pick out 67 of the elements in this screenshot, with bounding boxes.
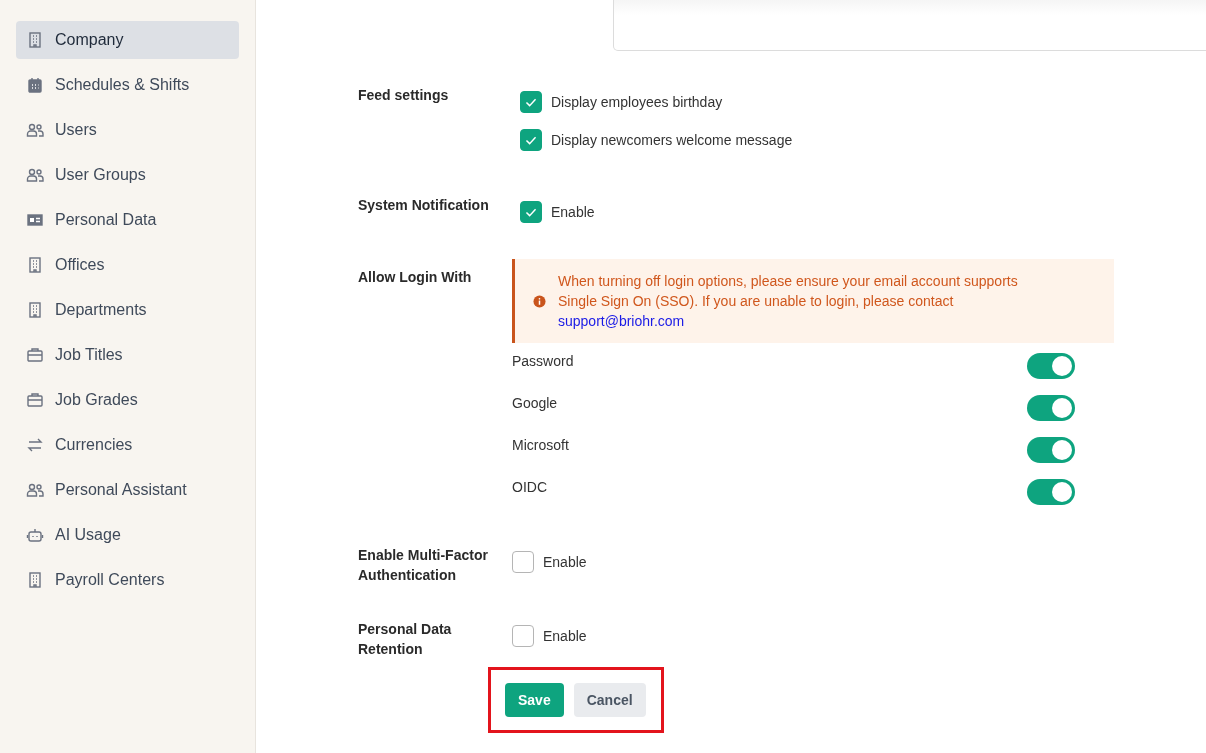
building-icon [26,256,44,274]
sidebar-item[interactable]: Job Grades [16,381,239,419]
robot-icon [26,526,44,544]
sidebar-item-label: Payroll Centers [55,571,165,589]
sidebar-item[interactable]: Users [16,111,239,149]
login-option-label: Password [512,352,574,369]
sidebar-item[interactable]: Personal Data [16,201,239,239]
sidebar-item-label: Departments [55,301,147,319]
login-option-label: Google [512,394,558,411]
toggle-switch[interactable] [1027,395,1075,421]
checkbox-label: Enable [543,554,587,570]
setting-label: System Notification [358,196,490,215]
sidebar-item-label: Personal Assistant [55,481,187,499]
login-option-label: OIDC [512,478,547,495]
checkbox-label: Display employees birthday [551,94,723,110]
checkbox[interactable] [520,91,542,113]
warning-message: When turning off login options, please ensure your email account supports Single Sign On (SSO). If you are unable to login, please contact support@briohr.com [558,272,1019,331]
sidebar-item[interactable]: Company [16,21,239,59]
building-icon [26,571,44,589]
sidebar-item[interactable]: Payroll Centers [16,561,239,599]
users-icon [26,121,44,139]
checkbox[interactable] [512,551,534,573]
users-icon [26,481,44,499]
sidebar-item-label: User Groups [55,166,146,184]
calendar-icon [26,76,44,94]
sidebar-item-label: AI Usage [55,526,121,544]
building-icon [26,301,44,319]
setting-label: Enable Multi-Factor Authentication [358,546,489,585]
setting-label: Personal Data Retention [358,620,453,659]
sidebar-item-label: Job Titles [55,346,123,364]
sidebar-item[interactable]: Personal Assistant [16,471,239,509]
sidebar-item-label: Company [55,31,124,49]
sidebar-item[interactable]: Currencies [16,426,239,464]
sidebar-item-label: Users [55,121,97,139]
login-option-label: Microsoft [512,436,569,453]
briefcase-icon [26,391,44,409]
info-icon [533,294,546,308]
setting-label: Allow Login With [358,268,473,287]
toggle-switch[interactable] [1027,353,1075,379]
support-email-link[interactable]: support@briohr.com [558,313,685,329]
sidebar-item-label: Offices [55,256,105,274]
toggle-switch[interactable] [1027,479,1075,505]
building-icon [26,31,44,49]
checkbox-label: Enable [551,204,595,220]
arrows-icon [26,436,44,454]
sidebar-item-label: Currencies [55,436,133,454]
sidebar-item-label: Schedules & Shifts [55,76,190,94]
checkbox[interactable] [520,201,542,223]
checkbox[interactable] [520,129,542,151]
sidebar-item[interactable]: User Groups [16,156,239,194]
users-icon [26,166,44,184]
checkbox-label: Display newcomers welcome message [551,132,793,148]
sidebar-item-label: Job Grades [55,391,138,409]
toggle-switch[interactable] [1027,437,1075,463]
textarea-field[interactable] [613,0,1206,51]
checkbox[interactable] [512,625,534,647]
sidebar-item[interactable]: Job Titles [16,336,239,374]
checkbox-label: Enable [543,628,587,644]
sidebar-item-label: Personal Data [55,211,157,229]
setting-label: Feed settings [358,86,450,105]
id-card-icon [26,211,44,229]
sidebar-item[interactable]: Schedules & Shifts [16,66,239,104]
sidebar-item[interactable]: Departments [16,291,239,329]
cancel-button[interactable]: Cancel [573,683,646,717]
sidebar-item[interactable]: Offices [16,246,239,284]
sidebar-item[interactable]: AI Usage [16,516,239,554]
briefcase-icon [26,346,44,364]
